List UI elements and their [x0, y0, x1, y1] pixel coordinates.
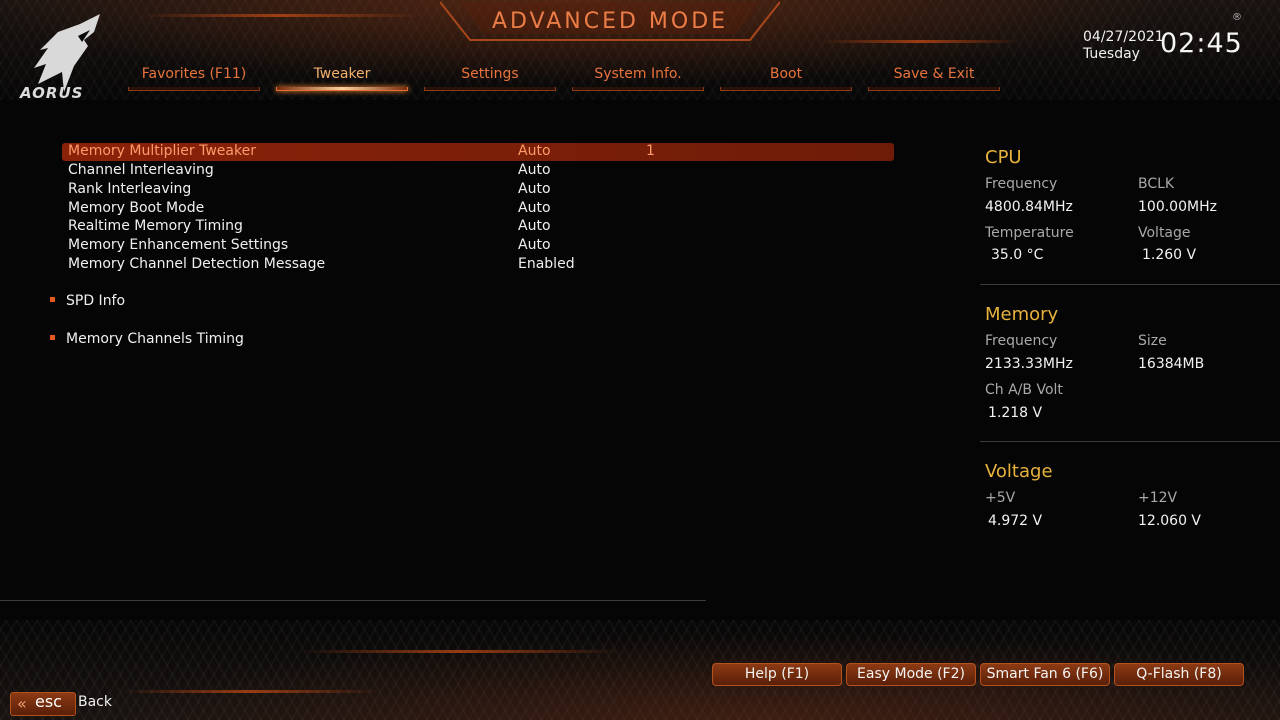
cpu-frequency-value: 4800.84MHz — [985, 199, 1073, 215]
setting-value[interactable]: Auto — [518, 162, 551, 178]
setting-label: Channel Interleaving — [68, 162, 214, 178]
setting-value[interactable]: Auto — [518, 143, 551, 159]
cpu-temperature-value: 35.0 °C — [991, 247, 1044, 263]
day-text: Tuesday — [1083, 46, 1140, 62]
tab-underline — [128, 87, 260, 91]
submenu-spd-info[interactable]: SPD Info — [50, 293, 125, 311]
submenu-label: SPD Info — [66, 293, 126, 309]
setting-value[interactable]: Auto — [518, 181, 551, 197]
setting-memory-multiplier-tweaker[interactable]: Memory Multiplier Tweaker Auto 1 — [62, 143, 894, 161]
setting-realtime-memory-timing[interactable]: Realtime Memory Timing Auto — [62, 218, 894, 236]
setting-value[interactable]: Auto — [518, 200, 551, 216]
tab-settings[interactable]: Settings — [424, 66, 556, 92]
memory-size-value: 16384MB — [1138, 356, 1205, 372]
setting-value[interactable]: Enabled — [518, 256, 575, 272]
setting-value[interactable]: Auto — [518, 237, 551, 253]
date-text: 04/27/2021 — [1083, 29, 1164, 45]
logo-text: AORUS — [20, 84, 84, 102]
voltage-5v-label: +5V — [985, 490, 1016, 506]
setting-channel-interleaving[interactable]: Channel Interleaving Auto — [62, 162, 894, 180]
tab-save-exit[interactable]: Save & Exit — [868, 66, 1000, 92]
setting-rank-interleaving[interactable]: Rank Interleaving Auto — [62, 181, 894, 199]
easy-mode-button[interactable]: Easy Mode (F2) — [846, 663, 976, 686]
tab-underline — [720, 87, 852, 91]
esc-label: esc — [35, 692, 62, 711]
memory-frequency-value: 2133.33MHz — [985, 356, 1073, 372]
memory-chab-volt-label: Ch A/B Volt — [985, 382, 1063, 398]
cpu-voltage-label: Voltage — [1138, 225, 1191, 241]
panel-divider — [980, 441, 1280, 442]
tab-label: System Info. — [594, 66, 682, 82]
memory-section-title: Memory — [985, 304, 1059, 325]
cpu-temperature-label: Temperature — [985, 225, 1074, 241]
q-flash-button[interactable]: Q-Flash (F8) — [1114, 663, 1244, 686]
setting-label: Realtime Memory Timing — [68, 218, 243, 234]
setting-label: Memory Boot Mode — [68, 200, 205, 216]
esc-button[interactable]: « esc — [10, 692, 76, 716]
tab-label: Tweaker — [313, 66, 371, 82]
setting-label: Memory Enhancement Settings — [68, 237, 289, 253]
cpu-bclk-label: BCLK — [1138, 176, 1175, 192]
cpu-section-title: CPU — [985, 147, 1022, 168]
memory-size-label: Size — [1138, 333, 1167, 349]
voltage-12v-value: 12.060 V — [1138, 513, 1202, 529]
submenu-label: Memory Channels Timing — [66, 331, 244, 347]
setting-memory-boot-mode[interactable]: Memory Boot Mode Auto — [62, 200, 894, 218]
setting-value-secondary: 1 — [646, 143, 655, 159]
cpu-voltage-value: 1.260 V — [1142, 247, 1197, 263]
submenu-bullet-icon — [50, 334, 55, 340]
smart-fan-button[interactable]: Smart Fan 6 (F6) — [980, 663, 1110, 686]
decor-streak — [298, 650, 622, 653]
panel-divider — [980, 284, 1280, 285]
tab-tweaker[interactable]: Tweaker — [276, 66, 408, 92]
decor-streak — [818, 40, 1022, 43]
tab-label: Settings — [461, 66, 519, 82]
tab-label: Save & Exit — [893, 66, 975, 82]
voltage-5v-value: 4.972 V — [988, 513, 1043, 529]
tab-underline — [276, 87, 408, 91]
setting-label: Memory Channel Detection Message — [68, 256, 326, 272]
double-chevron-left-icon: « — [17, 694, 27, 713]
tab-system-info[interactable]: System Info. — [572, 66, 704, 92]
decor-streak — [138, 14, 422, 17]
voltage-section-title: Voltage — [985, 461, 1053, 482]
tab-underline — [424, 87, 556, 91]
cpu-frequency-label: Frequency — [985, 176, 1058, 192]
setting-memory-channel-detection-message[interactable]: Memory Channel Detection Message Enabled — [62, 256, 894, 274]
setting-value[interactable]: Auto — [518, 218, 551, 234]
cpu-bclk-value: 100.00MHz — [1138, 199, 1217, 215]
tab-label: Favorites (F11) — [141, 66, 247, 82]
memory-frequency-label: Frequency — [985, 333, 1058, 349]
tab-label: Boot — [769, 66, 803, 82]
page-title: ADVANCED MODE — [491, 9, 729, 34]
submenu-memory-channels-timing[interactable]: Memory Channels Timing — [50, 331, 244, 349]
registered-mark: ® — [1232, 12, 1242, 23]
submenu-bullet-icon — [50, 296, 55, 302]
tab-underline — [572, 87, 704, 91]
memory-chab-volt-value: 1.218 V — [988, 405, 1043, 421]
setting-label: Memory Multiplier Tweaker — [68, 143, 256, 159]
tab-favorites[interactable]: Favorites (F11) — [128, 66, 260, 92]
content-divider — [0, 600, 706, 601]
tab-underline — [868, 87, 1000, 91]
tab-boot[interactable]: Boot — [720, 66, 852, 92]
setting-label: Rank Interleaving — [68, 181, 192, 197]
setting-memory-enhancement-settings[interactable]: Memory Enhancement Settings Auto — [62, 237, 894, 255]
back-label[interactable]: Back — [78, 694, 112, 710]
clock-time[interactable]: 02:45 — [1160, 28, 1243, 59]
help-button[interactable]: Help (F1) — [712, 663, 842, 686]
voltage-12v-label: +12V — [1138, 490, 1178, 506]
decor-streak — [118, 690, 382, 693]
date-display: 04/27/2021 Tuesday — [1083, 29, 1164, 63]
